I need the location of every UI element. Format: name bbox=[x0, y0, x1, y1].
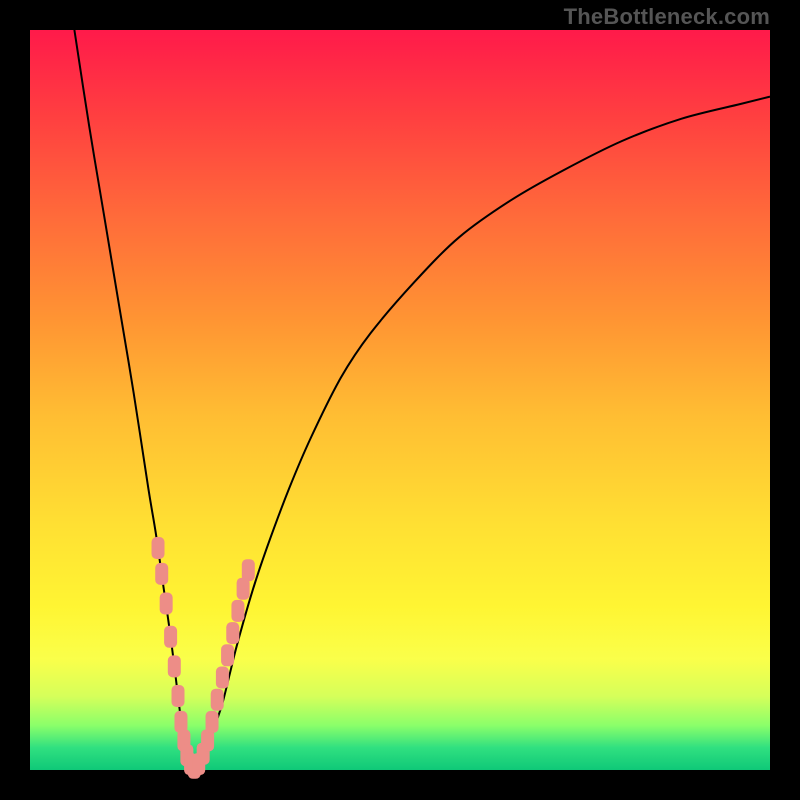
data-marker bbox=[211, 689, 224, 711]
data-marker bbox=[160, 593, 173, 615]
chart-frame: TheBottleneck.com bbox=[0, 0, 800, 800]
data-marker bbox=[226, 622, 239, 644]
data-marker bbox=[172, 685, 185, 707]
plot-area bbox=[30, 30, 770, 770]
watermark-text: TheBottleneck.com bbox=[564, 4, 770, 30]
marker-group bbox=[152, 537, 255, 779]
data-marker bbox=[168, 655, 181, 677]
data-marker bbox=[152, 537, 165, 559]
data-marker bbox=[231, 600, 244, 622]
data-marker bbox=[221, 644, 234, 666]
data-marker bbox=[242, 559, 255, 581]
data-marker bbox=[164, 626, 177, 648]
curve-right bbox=[193, 97, 770, 770]
data-marker bbox=[155, 563, 168, 585]
chart-svg bbox=[30, 30, 770, 770]
data-marker bbox=[216, 667, 229, 689]
data-marker bbox=[206, 711, 219, 733]
